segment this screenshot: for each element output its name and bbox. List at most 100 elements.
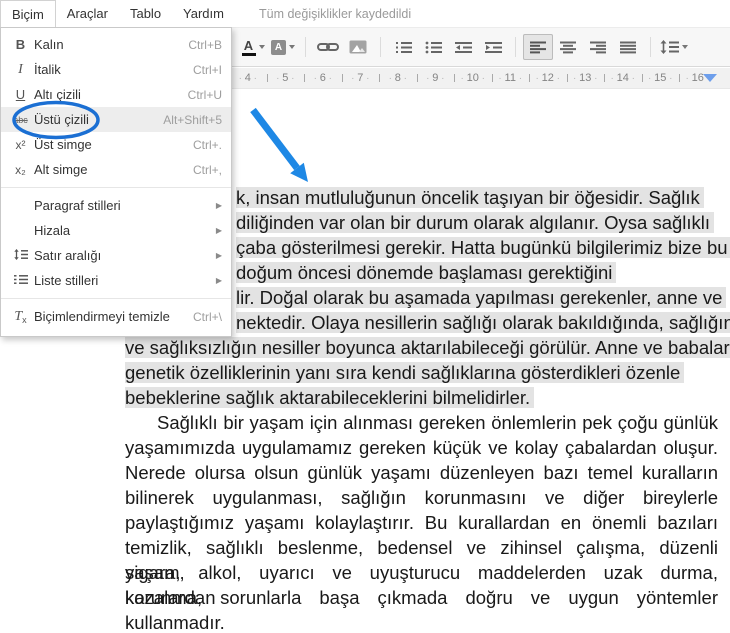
bold-icon: B — [7, 37, 34, 52]
justify-button[interactable] — [613, 34, 643, 60]
app-window: Biçim Araçlar Tablo Yardım Tüm değişikli… — [0, 0, 730, 633]
ruler-number: 10 — [461, 72, 485, 84]
superscript-icon: x² — [7, 138, 34, 152]
text-color-button[interactable]: A — [238, 34, 268, 60]
ruler-number: 5 — [276, 72, 294, 84]
selected-text-line: doğum öncesi dönemde başlaması gerektiği… — [236, 262, 616, 283]
align-left-button[interactable] — [523, 34, 553, 60]
toolbar-separator — [650, 37, 651, 57]
selected-text-line: bebeklerine sağlık aktarabileceklerini b… — [125, 387, 534, 408]
chevron-down-icon — [289, 45, 295, 49]
menu-separator — [1, 298, 231, 299]
line-spacing-button[interactable] — [658, 34, 690, 60]
align-center-icon — [560, 41, 576, 54]
italic-icon: I — [7, 62, 34, 78]
paragraph-1-fragments: k, insan mutluluğunun öncelik taşıyan bi… — [236, 185, 730, 335]
line-spacing-icon — [7, 248, 34, 263]
menu-item-italic[interactable]: I İtalik Ctrl+I — [1, 57, 231, 82]
menu-item-line-spacing[interactable]: Satır aralığı — [1, 243, 231, 268]
ruler-number: 13 — [573, 72, 597, 84]
submenu-arrow-icon — [216, 226, 222, 235]
toolbar-separator — [380, 37, 381, 57]
selected-text-line: genetik özelliklerinin yanı sıra kendi s… — [125, 362, 684, 383]
menu-item-strikethrough[interactable]: abc Üstü çizili Alt+Shift+5 — [1, 107, 231, 132]
text-line: temizlik, sağlıklı beslenme, bedensel ve… — [125, 535, 718, 560]
menubar: Biçim Araçlar Tablo Yardım Tüm değişikli… — [0, 0, 730, 27]
menu-table[interactable]: Tablo — [119, 0, 172, 27]
increase-indent-button[interactable] — [478, 34, 508, 60]
text-line: paylaştığımız yaşamı kolaylaştırır. Bu k… — [125, 510, 718, 535]
text-line: korunma, sorunlarla başa çıkmada doğru v… — [125, 585, 718, 610]
submenu-arrow-icon — [216, 201, 222, 210]
menu-tools[interactable]: Araçlar — [56, 0, 119, 27]
menu-item-bold[interactable]: B Kalın Ctrl+B — [1, 32, 231, 57]
align-right-button[interactable] — [583, 34, 613, 60]
text-color-icon: A — [242, 39, 256, 56]
format-menu-panel: B Kalın Ctrl+B I İtalik Ctrl+I U Altı çi… — [0, 27, 232, 337]
menu-item-align[interactable]: Hizala — [1, 218, 231, 243]
ruler-number: 4 — [239, 72, 257, 84]
decrease-indent-icon — [455, 41, 472, 54]
menu-item-paragraph-styles[interactable]: Paragraf stilleri — [1, 193, 231, 218]
line-spacing-icon — [660, 40, 679, 54]
menu-separator — [1, 187, 231, 188]
submenu-arrow-icon — [216, 276, 222, 285]
ruler-number: 7 — [351, 72, 369, 84]
text-line: sigara, alkol, uyarıcı ve uyuşturucu mad… — [125, 560, 718, 585]
menu-item-underline[interactable]: U Altı çizili Ctrl+U — [1, 82, 231, 107]
paragraph-1-lines: ve sağlıksızlığın nesiller boyunca aktar… — [125, 335, 730, 410]
menu-item-clear-formatting[interactable]: Tx Biçimlendirmeyi temizle Ctrl+\ — [1, 304, 231, 329]
link-icon — [317, 41, 339, 53]
text-line: Sağlıklı bir yaşam için alınması gereken… — [125, 410, 718, 435]
toolbar-separator — [515, 37, 516, 57]
strikethrough-icon: abc — [7, 115, 34, 125]
menu-item-subscript[interactable]: x₂ Alt simge Ctrl+, — [1, 157, 231, 182]
submenu-arrow-icon — [216, 251, 222, 260]
menu-item-list-styles[interactable]: Liste stilleri — [1, 268, 231, 293]
subscript-icon: x₂ — [7, 163, 34, 177]
numbered-list-icon — [395, 41, 412, 54]
selected-text-line: çaba gösterilmesi gerekir. Hatta bugünkü… — [236, 237, 730, 258]
menu-help[interactable]: Yardım — [172, 0, 235, 27]
toolbar-separator — [305, 37, 306, 57]
right-indent-marker[interactable] — [703, 74, 717, 82]
text-line: Nerede olursa olsun günlük yaşamı düzenl… — [125, 460, 718, 485]
text-line: bilinerek uygulanması, sağlığın korunmas… — [125, 485, 718, 510]
highlight-color-button[interactable]: A — [268, 34, 298, 60]
align-center-button[interactable] — [553, 34, 583, 60]
text-line: yaşamımızda uygulamamız gereken küçük ve… — [125, 435, 718, 460]
chevron-down-icon — [682, 45, 688, 49]
image-icon — [349, 40, 367, 54]
justify-icon — [620, 41, 636, 54]
menu-item-superscript[interactable]: x² Üst simge Ctrl+. — [1, 132, 231, 157]
menu-format[interactable]: Biçim — [0, 0, 56, 27]
paragraph-2: Sağlıklı bir yaşam için alınması gereken… — [125, 410, 718, 633]
underline-icon: U — [7, 87, 34, 102]
ruler-scale: 4 5 6 7 8 9 10 11 12 13 14 15 16 — [229, 68, 717, 88]
selected-text-line: ve sağlıksızlığın nesiller boyunca aktar… — [125, 337, 730, 358]
numbered-list-button[interactable] — [388, 34, 418, 60]
selected-text-line: nektedir. Olaya nesillerin sağlığı olara… — [236, 312, 730, 333]
text-line: kullanmadır. — [125, 610, 718, 633]
list-styles-icon — [7, 273, 34, 288]
align-right-icon — [590, 41, 606, 54]
ruler-number: 14 — [611, 72, 635, 84]
bulleted-list-button[interactable] — [418, 34, 448, 60]
ruler-number: 8 — [389, 72, 407, 84]
ruler-number: 12 — [536, 72, 560, 84]
insert-image-button[interactable] — [343, 34, 373, 60]
ruler-number: 6 — [314, 72, 332, 84]
ruler-number: 15 — [648, 72, 672, 84]
highlight-color-icon: A — [271, 40, 286, 55]
insert-link-button[interactable] — [313, 34, 343, 60]
bulleted-list-icon — [425, 41, 442, 54]
selected-text-line: lir. Doğal olarak bu aşamada yapılması g… — [236, 287, 726, 308]
save-status: Tüm değişiklikler kaydedildi — [259, 7, 411, 21]
chevron-down-icon — [259, 45, 265, 49]
increase-indent-icon — [485, 41, 502, 54]
decrease-indent-button[interactable] — [448, 34, 478, 60]
selected-text-line: k, insan mutluluğunun öncelik taşıyan bi… — [236, 187, 704, 208]
align-left-icon — [530, 41, 546, 54]
ruler-number: 11 — [498, 72, 522, 84]
ruler-number: 9 — [426, 72, 444, 84]
